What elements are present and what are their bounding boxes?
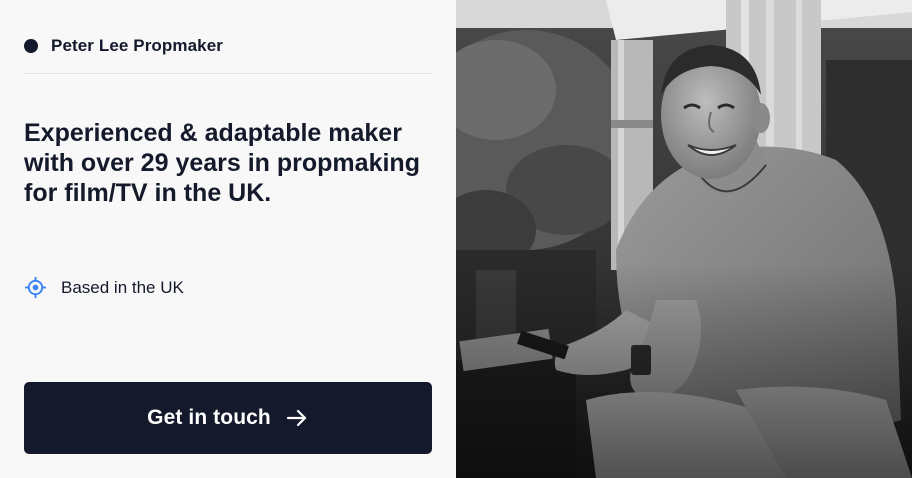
brand-name[interactable]: Peter Lee Propmaker <box>51 36 223 56</box>
portrait-illustration <box>456 0 912 478</box>
hero-headline: Experienced & adaptable maker with over … <box>24 119 420 207</box>
get-in-touch-label: Get in touch <box>147 406 271 429</box>
hero-panel: Peter Lee Propmaker Experienced & adapta… <box>0 0 456 478</box>
brand-dot-icon <box>24 39 38 53</box>
divider <box>24 73 432 74</box>
location-info: Based in the UK <box>24 276 184 299</box>
target-location-icon <box>24 276 47 299</box>
get-in-touch-button[interactable]: Get in touch <box>24 382 432 454</box>
portrait-photo <box>456 0 912 478</box>
arrow-right-icon <box>286 409 306 427</box>
brand[interactable]: Peter Lee Propmaker <box>24 36 223 56</box>
location-text: Based in the UK <box>61 277 184 297</box>
